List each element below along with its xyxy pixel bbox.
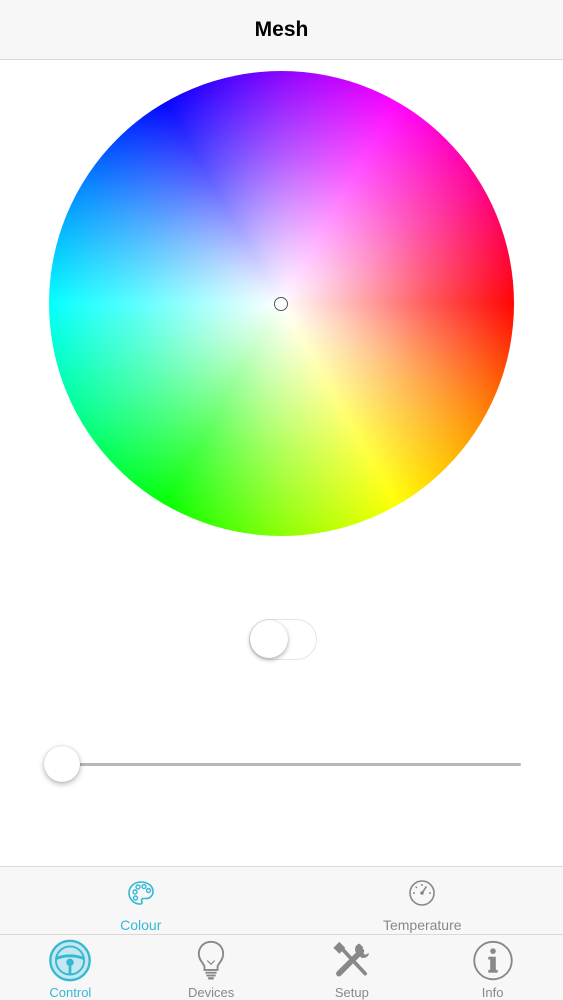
colour-wheel[interactable] [49, 71, 514, 536]
toggle-knob[interactable] [250, 620, 288, 658]
navigation-bar: Mesh [0, 0, 563, 60]
tab-info[interactable]: Info [422, 935, 563, 1000]
slider-track[interactable] [60, 763, 521, 766]
segment-label: Temperature [382, 917, 462, 933]
tab-control[interactable]: Control [0, 935, 141, 1000]
tab-label: Devices [188, 985, 235, 1000]
segment-colour[interactable]: Colour [0, 867, 282, 934]
tab-setup[interactable]: Setup [282, 935, 423, 1000]
tab-label: Info [481, 985, 504, 1000]
brightness-slider[interactable] [44, 745, 522, 785]
page-title: Mesh [254, 17, 309, 41]
mode-segment-bar: Colour Temperature [0, 866, 563, 934]
tab-devices[interactable]: Devices [141, 935, 282, 1000]
power-toggle[interactable] [249, 619, 317, 660]
segment-label: Colour [120, 917, 162, 933]
colour-wheel-handle[interactable] [274, 297, 288, 311]
tab-label: Setup [334, 985, 369, 1000]
tab-label: Control [49, 985, 92, 1000]
palette-icon [127, 881, 154, 905]
light-bulb-icon [197, 940, 225, 980]
info-icon [472, 940, 513, 981]
steering-wheel-icon [49, 939, 92, 982]
tools-icon [333, 941, 369, 977]
gauge-icon [409, 880, 436, 906]
slider-thumb[interactable] [44, 746, 80, 782]
tab-bar: Control Devices Setup Info [0, 934, 563, 1000]
segment-temperature[interactable]: Temperature [282, 867, 563, 934]
